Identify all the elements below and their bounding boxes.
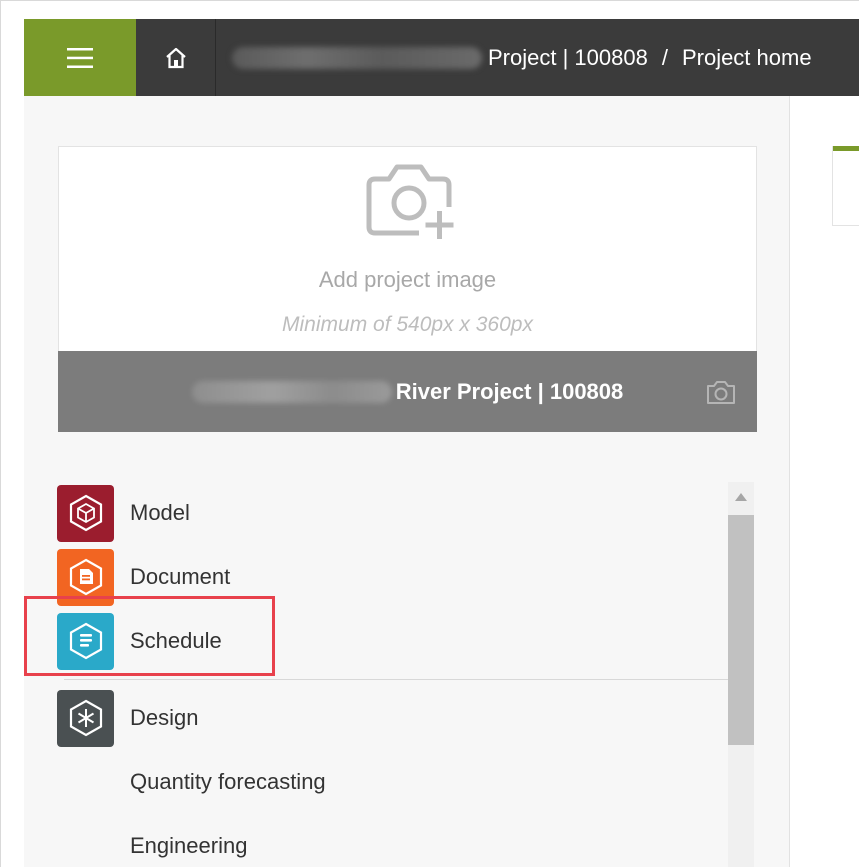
- scroll-thumb[interactable]: [728, 515, 754, 745]
- module-label: Document: [130, 564, 231, 589]
- document-icon: [69, 558, 102, 596]
- module-label: Quantity forecasting: [130, 769, 326, 794]
- module-item-schedule[interactable]: Schedule: [54, 609, 730, 673]
- module-item-design[interactable]: Design: [54, 686, 730, 750]
- schedule-tile: [57, 612, 114, 670]
- project-image-card[interactable]: Add project image Minimum of 540px x 360…: [58, 146, 757, 432]
- left-panel: Add project image Minimum of 540px x 360…: [24, 96, 790, 867]
- breadcrumb-separator: /: [661, 44, 668, 70]
- list-divider: [64, 679, 730, 680]
- module-item-engineering[interactable]: Engineering: [54, 814, 730, 867]
- module-label: Schedule: [130, 628, 222, 653]
- project-title-bar: River Project | 100808: [58, 351, 757, 432]
- main-content: [790, 96, 859, 867]
- camera-icon[interactable]: [705, 378, 737, 406]
- module-item-document[interactable]: Document: [54, 545, 730, 609]
- triangle-up-icon: [735, 493, 747, 501]
- breadcrumb-project[interactable]: Project | 100808: [488, 45, 648, 71]
- redacted-text: [191, 380, 392, 403]
- cube-icon: [69, 494, 102, 532]
- breadcrumb: Project | 100808 / Project home: [216, 19, 859, 96]
- module-list: Model Document Schedule Design Quantity …: [54, 481, 730, 867]
- module-label: Engineering: [130, 833, 248, 858]
- module-label: Design: [130, 705, 199, 730]
- min-size-label: Minimum of 540px x 360px: [282, 313, 533, 336]
- design-icon: [69, 699, 102, 737]
- home-icon: [165, 47, 186, 68]
- document-tile: [57, 548, 114, 606]
- module-label: Model: [130, 500, 190, 525]
- add-photo-icon: [366, 164, 454, 239]
- schedule-icon: [69, 622, 102, 660]
- module-item-quantity-forecasting[interactable]: Quantity forecasting: [54, 750, 730, 814]
- add-image-label: Add project image: [318, 267, 497, 292]
- module-item-model[interactable]: Model: [54, 481, 730, 545]
- menu-button[interactable]: [24, 19, 136, 96]
- card-accent: [833, 146, 859, 151]
- content-card: [832, 146, 859, 226]
- home-button[interactable]: [136, 19, 216, 96]
- hamburger-icon: [67, 47, 93, 68]
- module-list-scrollbar[interactable]: [728, 482, 754, 867]
- project-title: River Project | 100808: [395, 378, 624, 404]
- scroll-up-button[interactable]: [728, 482, 754, 512]
- model-tile: [57, 484, 114, 542]
- redacted-text: [232, 46, 482, 69]
- design-tile: [57, 689, 114, 747]
- top-bar: Project | 100808 / Project home: [24, 19, 859, 96]
- breadcrumb-current: Project home: [681, 44, 812, 70]
